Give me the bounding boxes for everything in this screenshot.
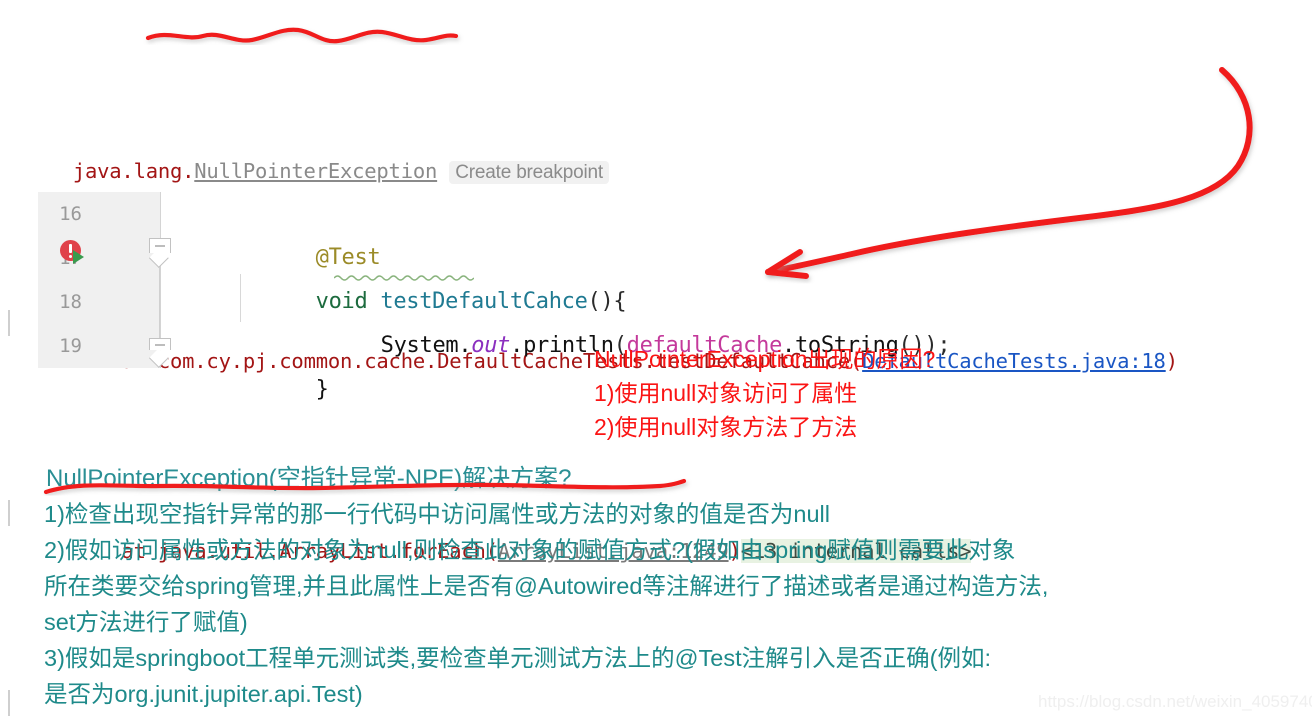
- exception-name[interactable]: NullPointerException: [194, 159, 437, 183]
- line-number-19: 19: [59, 335, 82, 357]
- site-watermark: https://blog.csdn.net/weixin_40597409: [1038, 692, 1312, 711]
- code-line-19[interactable]: }: [238, 324, 329, 402]
- console-gutter-mark: [8, 500, 10, 526]
- indent-guide: [240, 274, 241, 322]
- run-test-icon[interactable]: [73, 250, 84, 264]
- solution-line-4: set方法进行了赋值): [44, 609, 248, 635]
- exception-header-line: java.lang.NullPointerException Create br…: [0, 114, 1312, 184]
- exception-package: java.lang.: [72, 159, 195, 183]
- solution-heading: NullPointerException(空指针异常-NPE)解决方案?: [46, 465, 572, 492]
- annotation-red-line-3: 2)使用null对象方法了方法: [594, 414, 858, 440]
- solution-line-6: 是否为org.junit.jupiter.api.Test): [44, 681, 363, 707]
- dot-1: .: [458, 333, 472, 358]
- breakpoint-run-icon-group[interactable]: [60, 240, 86, 266]
- solution-line-3: 所在类要交给spring管理,并且此属性上是否有@Autowired等注解进行了…: [44, 573, 1049, 599]
- console-gutter-mark: [8, 690, 10, 716]
- system-token: System: [380, 333, 459, 358]
- code-line-16[interactable]: @Test: [238, 192, 381, 270]
- closing-brace-token: }: [315, 377, 329, 402]
- annotation-red-line-1: NullPointerException出现的原因?: [594, 346, 936, 372]
- screenshot-root: java.lang.NullPointerException Create br…: [0, 0, 1312, 720]
- dot-2: .: [510, 333, 524, 358]
- code-line-18[interactable]: System.out.println(defaultCache.toString…: [303, 280, 951, 358]
- method-warning-squiggle-icon: [334, 275, 474, 281]
- frame-paren-close-1: ): [1165, 349, 1178, 373]
- fold-connector-line: [159, 260, 160, 344]
- create-breakpoint-chip[interactable]: Create breakpoint: [449, 161, 609, 184]
- solution-line-5: 3)假如是springboot工程单元测试类,要检查单元测试方法上的@Test注…: [44, 645, 991, 671]
- line-number-16: 16: [59, 203, 82, 225]
- solution-line-1: 1)检查出现空指针异常的那一行代码中访问属性或方法的对象的值是否为null: [44, 501, 830, 527]
- code-editor: 16 17 18 19 @Test void testDefaultCahce(…: [38, 192, 1038, 402]
- out-token: out: [471, 333, 511, 358]
- fold-marker-17[interactable]: [149, 238, 171, 260]
- annotation-red-line-2: 1)使用null对象访问了属性: [594, 380, 858, 406]
- line-number-18: 18: [59, 291, 82, 313]
- console-gutter-mark: [8, 310, 10, 336]
- solution-line-2: 2)假如访问属性或方法的对象为null,则检查此对象的赋值方式?(假如由spri…: [44, 537, 1016, 563]
- fold-marker-19[interactable]: [149, 338, 171, 360]
